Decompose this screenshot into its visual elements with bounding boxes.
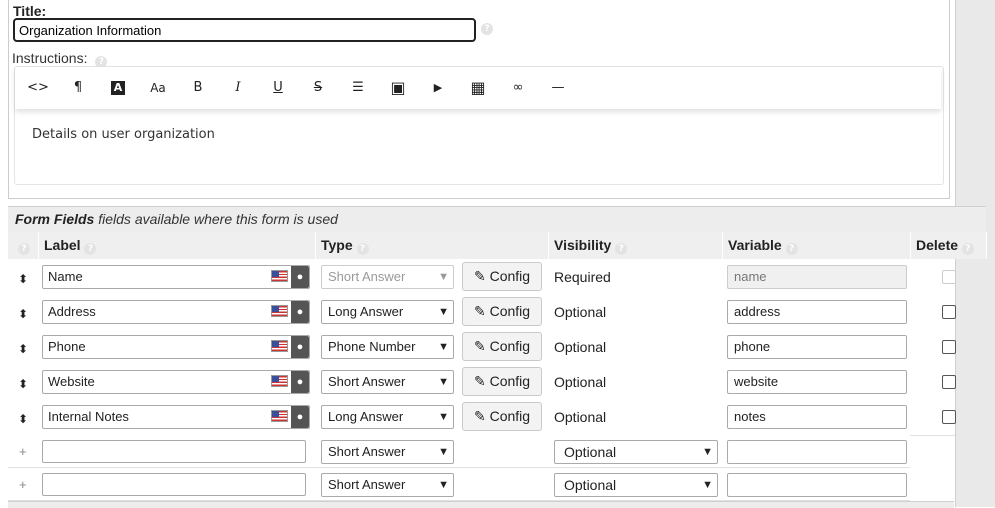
us-flag-icon[interactable] <box>271 270 288 282</box>
drag-handle-icon[interactable]: ⬍ <box>18 307 28 321</box>
table-row: ⬍ Phone ● Phone Number ▼ ✎ Config Optional… <box>8 330 956 366</box>
field-type-select[interactable]: Long Answer ▼ <box>321 300 454 324</box>
form-fields-subtitle: fields available where this form is used <box>98 211 338 227</box>
visibility-text: Optional <box>554 304 607 320</box>
table-icon[interactable]: ▦ <box>466 77 490 99</box>
link-icon[interactable]: ∞ <box>506 77 530 99</box>
new-field-row: + Short Answer ▼ Optional ▼ <box>8 468 910 501</box>
us-flag-icon[interactable] <box>271 340 288 352</box>
table-row: ⬍ Address ● Long Answer ▼ ✎ Config Optiona… <box>8 295 956 331</box>
globe-icon[interactable]: ● <box>291 336 309 358</box>
label-help-icon[interactable]: ? <box>84 243 97 255</box>
column-handle-header: ? <box>8 232 39 259</box>
font-size-icon[interactable]: Aa <box>146 77 170 99</box>
variable-input[interactable]: notes <box>727 405 907 429</box>
delete-checkbox[interactable] <box>942 305 956 319</box>
column-header-label: Label ? <box>39 232 316 259</box>
visibility-help-icon[interactable]: ? <box>615 243 628 255</box>
us-flag-icon[interactable] <box>271 305 288 317</box>
strikethrough-icon[interactable]: S <box>306 77 330 99</box>
paragraph-icon[interactable]: ¶ <box>66 77 90 99</box>
new-field-visibility-select[interactable]: Optional ▼ <box>554 440 718 464</box>
variable-help-icon[interactable]: ? <box>785 243 798 255</box>
config-button[interactable]: ✎ Config <box>462 402 542 431</box>
visibility-text: Optional <box>554 409 607 425</box>
column-header-visibility: Visibility ? <box>549 232 723 259</box>
us-flag-icon[interactable] <box>271 375 288 387</box>
new-field-label-input[interactable] <box>42 440 306 463</box>
new-field-type-select[interactable]: Short Answer ▼ <box>321 440 454 464</box>
video-icon[interactable]: ▶ <box>426 77 450 99</box>
column-header-type: Type ? <box>316 232 549 259</box>
variable-input[interactable]: phone <box>727 335 907 359</box>
reorder-help-icon[interactable]: ? <box>18 243 30 255</box>
instructions-editor[interactable]: <> ¶ A Aa B I U S ☰ ▣ ▶ ▦ ∞ — Details on… <box>14 66 944 185</box>
delete-help-icon[interactable]: ? <box>961 243 974 255</box>
globe-icon[interactable]: ● <box>291 266 309 288</box>
editor-toolbar: <> ¶ A Aa B I U S ☰ ▣ ▶ ▦ ∞ — <box>15 67 941 109</box>
new-field-label-input[interactable] <box>42 473 306 496</box>
field-label-input[interactable]: Phone ● <box>42 335 310 359</box>
drag-handle-icon[interactable]: ⬍ <box>18 272 28 286</box>
field-label-input[interactable]: Address ● <box>42 300 310 324</box>
form-fields-title: Form Fields <box>15 211 95 227</box>
variable-input: name <box>727 265 907 289</box>
delete-checkbox[interactable] <box>942 410 956 424</box>
config-button[interactable]: ✎ Config <box>462 262 542 291</box>
globe-icon[interactable]: ● <box>291 406 309 428</box>
table-row: ⬍ Website ● Short Answer ▼ ✎ Config Option… <box>8 365 956 401</box>
underline-icon[interactable]: U <box>266 77 290 99</box>
type-help-icon[interactable]: ? <box>356 243 369 255</box>
visibility-text: Required <box>554 269 611 285</box>
config-button[interactable]: ✎ Config <box>462 367 542 396</box>
variable-input[interactable]: address <box>727 300 907 324</box>
new-field-variable-input[interactable] <box>727 473 907 497</box>
drag-handle-icon[interactable]: ⬍ <box>18 377 28 391</box>
form-fields-header: Form Fields fields available where this … <box>8 206 986 233</box>
field-type-select: Short Answer ▼ <box>321 265 454 289</box>
variable-input[interactable]: website <box>727 370 907 394</box>
instructions-text[interactable]: Details on user organization <box>32 127 215 142</box>
title-input[interactable] <box>13 18 476 42</box>
field-type-select[interactable]: Short Answer ▼ <box>321 370 454 394</box>
code-view-icon[interactable]: <> <box>26 77 50 99</box>
image-icon[interactable]: ▣ <box>386 77 410 99</box>
field-label-input[interactable]: Name ● <box>42 265 310 289</box>
visibility-text: Optional <box>554 374 607 390</box>
new-field-visibility-select[interactable]: Optional ▼ <box>554 473 718 497</box>
us-flag-icon[interactable] <box>271 410 288 422</box>
field-label-input[interactable]: Internal Notes ● <box>42 405 310 429</box>
new-field-row: + Short Answer ▼ Optional ▼ <box>8 435 910 468</box>
title-help-icon[interactable]: ? <box>481 23 493 35</box>
italic-icon[interactable]: I <box>226 77 250 99</box>
plus-icon: + <box>19 444 27 459</box>
drag-handle-icon[interactable]: ⬍ <box>18 342 28 356</box>
globe-icon[interactable]: ● <box>291 371 309 393</box>
bold-icon[interactable]: B <box>186 77 210 99</box>
field-label-input[interactable]: Website ● <box>42 370 310 394</box>
globe-icon[interactable]: ● <box>291 301 309 323</box>
column-header-delete: Delete ? <box>911 232 987 259</box>
text-color-icon[interactable]: A <box>106 77 130 99</box>
config-button[interactable]: ✎ Config <box>462 332 542 361</box>
column-header-variable: Variable ? <box>723 232 911 259</box>
list-icon[interactable]: ☰ <box>346 77 370 99</box>
new-field-variable-input[interactable] <box>727 440 907 464</box>
table-row: ⬍ Name ● Short Answer ▼ ✎ Config Required … <box>8 260 956 296</box>
title-label: Title: <box>13 3 47 19</box>
delete-checkbox <box>942 270 956 284</box>
field-type-select[interactable]: Long Answer ▼ <box>321 405 454 429</box>
table-row: ⬍ Internal Notes ● Long Answer ▼ ✎ Config … <box>8 400 956 436</box>
field-type-select[interactable]: Phone Number ▼ <box>321 335 454 359</box>
new-field-type-select[interactable]: Short Answer ▼ <box>321 473 454 497</box>
plus-icon: + <box>19 477 27 492</box>
config-button[interactable]: ✎ Config <box>462 297 542 326</box>
drag-handle-icon[interactable]: ⬍ <box>18 412 28 426</box>
delete-checkbox[interactable] <box>942 375 956 389</box>
visibility-text: Optional <box>554 339 607 355</box>
delete-checkbox[interactable] <box>942 340 956 354</box>
horizontal-rule-icon[interactable]: — <box>546 77 570 99</box>
